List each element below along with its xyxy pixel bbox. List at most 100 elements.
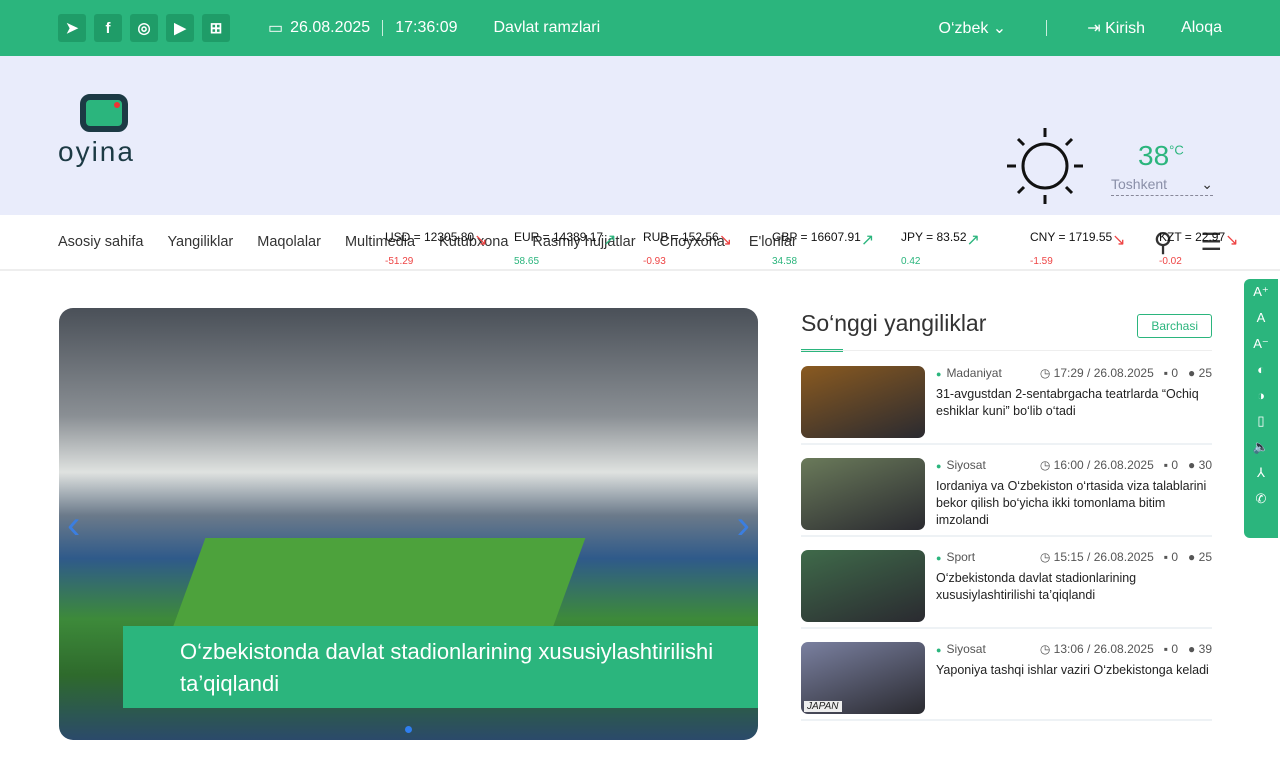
prev-arrow-icon[interactable]: ‹ xyxy=(67,503,80,548)
news-item[interactable]: Sport ◷ 15:15 / 26.08.2025 ▪ 0 ● 25 O‘zbekis… xyxy=(801,537,1212,629)
nav-item[interactable]: Asosiy sahifa xyxy=(58,234,143,250)
count: 0 xyxy=(1171,458,1179,472)
state-symbols-link[interactable]: Davlat ramzlari xyxy=(493,19,600,37)
news-info: Sport ◷ 15:15 / 26.08.2025 ▪ 0 ● 25 O‘zbekis… xyxy=(936,550,1212,617)
eye-icon: ● xyxy=(1188,550,1199,564)
news-thumbnail[interactable] xyxy=(801,458,925,530)
rate-label: EUR = 14389.17 xyxy=(514,230,604,244)
news-meta: Madaniyat ◷ 17:29 / 26.08.2025 ▪ 0 ● 25 xyxy=(936,366,1212,380)
news-thumbnail[interactable] xyxy=(801,366,925,438)
timestamp: ◷ 13:06 / 26.08.2025 xyxy=(1040,642,1154,656)
nav-item[interactable]: Yangiliklar xyxy=(167,234,233,250)
login-icon: ⇥ xyxy=(1087,20,1106,37)
language-select[interactable]: O‘zbek ⌄ xyxy=(939,18,1007,38)
sound-icon[interactable]: 🔈 xyxy=(1253,434,1269,460)
city-select[interactable]: Toshkent ⌄ xyxy=(1111,176,1213,196)
divider xyxy=(382,20,384,36)
font-normal-icon[interactable]: A xyxy=(1257,305,1266,331)
slide-caption[interactable]: O‘zbekistonda davlat stadionlarining xus… xyxy=(123,626,758,708)
clock-icon: ◷ xyxy=(1039,550,1054,564)
comments: ▪ 0 xyxy=(1164,642,1178,656)
mobile-icon[interactable]: ▯ xyxy=(1257,408,1264,434)
count: 0 xyxy=(1171,642,1179,656)
slider-dot[interactable] xyxy=(405,726,412,733)
nav-item[interactable]: Maqolalar xyxy=(257,234,321,250)
trend-down-icon: ↘ xyxy=(1112,232,1126,249)
count: 0 xyxy=(1171,550,1179,564)
time: 17:36:09 xyxy=(395,19,458,36)
category[interactable]: Siyosat xyxy=(936,458,985,472)
all-news-button[interactable]: Barchasi xyxy=(1137,314,1212,338)
top-bar: ➤ f ◎ ▶ ⊞ ▭ 26.08.2025 17:36:09 Davlat ramzl… xyxy=(0,0,1280,56)
category[interactable]: Madaniyat xyxy=(936,366,1001,380)
currency-rate: GBP = 16607.91 ↗ 34.58 xyxy=(772,230,901,267)
news-meta: Siyosat ◷ 13:06 / 26.08.2025 ▪ 0 ● 39 xyxy=(936,642,1212,656)
time: 15:15 / 26.08.2025 xyxy=(1053,550,1154,564)
contrast-alt-icon[interactable]: ◑ xyxy=(1257,383,1265,409)
trend-down-icon: ↘ xyxy=(474,232,488,249)
rate-delta: -0.02 xyxy=(1159,256,1182,267)
currency-rate: JPY = 83.52 ↗ 0.42 xyxy=(901,230,1030,267)
trend-down-icon: ↘ xyxy=(718,232,733,249)
news-title[interactable]: 31-avgustdan 2-sentabrgacha teatrlarda “… xyxy=(936,386,1212,420)
sitemap-icon[interactable]: ⅄ xyxy=(1257,460,1265,486)
facebook-icon[interactable]: f xyxy=(94,14,122,42)
youtube-icon[interactable]: ▶ xyxy=(166,14,194,42)
contrast-icon[interactable]: ◐ xyxy=(1257,357,1265,383)
currency-rates: USD = 12305.80 ↘ -51.29 EUR = 14389.17 ↗ 58… xyxy=(385,230,1280,267)
font-decrease-icon[interactable]: A⁻ xyxy=(1253,331,1269,357)
rate-label: GBP = 16607.91 xyxy=(772,230,861,244)
currency-rate: RUB = 152.56 ↘ -0.93 xyxy=(643,230,772,267)
news-title[interactable]: Yaponiya tashqi ishlar vaziri O‘zbekisto… xyxy=(936,662,1212,679)
news-item[interactable]: Madaniyat ◷ 17:29 / 26.08.2025 ▪ 0 ● 25 31-a… xyxy=(801,353,1212,445)
rate-label: CNY = 1719.55 xyxy=(1030,230,1113,244)
phone-icon[interactable]: ✆ xyxy=(1256,486,1267,512)
news-thumbnail[interactable]: JAPAN xyxy=(801,642,925,714)
trend-up-icon: ↗ xyxy=(603,232,617,249)
count: 39 xyxy=(1198,642,1212,656)
sitemap-icon[interactable]: ⊞ xyxy=(202,14,230,42)
rate-delta: 0.42 xyxy=(901,256,921,267)
trend-down-icon: ↘ xyxy=(1225,232,1239,249)
news-title[interactable]: Iordaniya va O‘zbekiston o‘rtasida viza … xyxy=(936,478,1212,529)
header-banner: oyina 38°C Toshkent ⌄ USD = 12305.80 ↘ -51… xyxy=(0,56,1280,267)
clock-icon: ◷ xyxy=(1039,642,1054,656)
date: 26.08.2025 xyxy=(290,19,371,36)
news-info: Siyosat ◷ 16:00 / 26.08.2025 ▪ 0 ● 30 Iordan… xyxy=(936,458,1212,527)
count: 30 xyxy=(1198,458,1212,472)
next-arrow-icon[interactable]: › xyxy=(737,503,750,548)
views: ● 25 xyxy=(1188,550,1212,564)
comments: ▪ 0 xyxy=(1164,550,1178,564)
rate-label: RUB = 152.56 xyxy=(643,230,719,244)
font-increase-icon[interactable]: A⁺ xyxy=(1253,279,1269,305)
news-item[interactable]: JAPAN Siyosat ◷ 13:06 / 26.08.2025 ▪ 0 ● 39 Y… xyxy=(801,629,1212,721)
comments: ▪ 0 xyxy=(1164,458,1178,472)
divider xyxy=(1046,20,1048,36)
instagram-icon[interactable]: ◎ xyxy=(130,14,158,42)
timestamp: ◷ 17:29 / 26.08.2025 xyxy=(1040,366,1154,380)
news-info: Siyosat ◷ 13:06 / 26.08.2025 ▪ 0 ● 39 Yaponi… xyxy=(936,642,1212,709)
rate-delta: 58.65 xyxy=(514,256,540,267)
category[interactable]: Sport xyxy=(936,550,975,564)
rate-label: KZT = 22.97 xyxy=(1159,230,1226,244)
views: ● 25 xyxy=(1188,366,1212,380)
login-button[interactable]: ⇥ Kirish xyxy=(1087,18,1145,38)
timestamp: ◷ 16:00 / 26.08.2025 xyxy=(1040,458,1154,472)
news-slider[interactable]: O‘zbekistonda davlat stadionlarining xus… xyxy=(59,308,758,740)
telegram-icon[interactable]: ➤ xyxy=(58,14,86,42)
calendar-icon: ▭ xyxy=(268,20,284,37)
sun-icon xyxy=(1007,128,1083,204)
news-title[interactable]: O‘zbekistonda davlat stadionlarining xus… xyxy=(936,570,1212,604)
category[interactable]: Siyosat xyxy=(936,642,985,656)
currency-rate: CNY = 1719.55 ↘ -1.59 xyxy=(1030,230,1159,267)
thumbnail-label: JAPAN xyxy=(804,701,842,712)
eye-icon: ● xyxy=(1188,642,1199,656)
temperature: 38°C xyxy=(1138,140,1184,171)
timestamp: ◷ 15:15 / 26.08.2025 xyxy=(1040,550,1154,564)
slide-image xyxy=(172,538,586,628)
news-thumbnail[interactable] xyxy=(801,550,925,622)
logo[interactable]: oyina xyxy=(58,94,148,168)
news-meta: Sport ◷ 15:15 / 26.08.2025 ▪ 0 ● 25 xyxy=(936,550,1212,564)
contact-link[interactable]: Aloqa xyxy=(1181,19,1222,37)
news-item[interactable]: Siyosat ◷ 16:00 / 26.08.2025 ▪ 0 ● 30 Iordan… xyxy=(801,445,1212,537)
